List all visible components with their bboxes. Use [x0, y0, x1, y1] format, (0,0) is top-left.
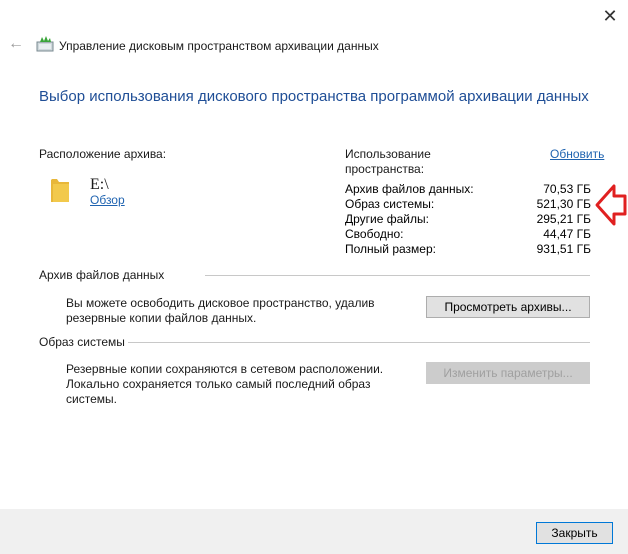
usage-row-label: Архив файлов данных: — [345, 182, 474, 196]
usage-row-label: Образ системы: — [345, 197, 435, 211]
close-window-icon[interactable]: ✕ — [596, 4, 624, 28]
usage-row-label: Свободно: — [345, 227, 404, 241]
dialog-footer — [0, 509, 628, 554]
section-divider — [128, 342, 590, 343]
usage-row-data-archive: Архив файлов данных: 70,53 ГБ — [345, 182, 591, 197]
usage-row-free: Свободно: 44,47 ГБ — [345, 227, 591, 242]
browse-link[interactable]: Обзор — [90, 193, 125, 207]
system-image-heading: Образ системы — [39, 335, 125, 349]
section-divider — [205, 275, 590, 276]
archive-location-label: Расположение архива: — [39, 147, 167, 161]
window-title: Управление дисковым пространством архива… — [59, 39, 379, 53]
description-line: резервные копии файлов данных. — [66, 311, 257, 325]
description-line: Вы можете освободить дисковое пространст… — [66, 296, 375, 310]
usage-title-line2: пространства: — [345, 162, 425, 176]
backup-app-icon — [36, 36, 54, 52]
usage-row-total: Полный размер: 931,51 ГБ — [345, 242, 591, 257]
description-line: Резервные копии сохраняются в сетевом ра… — [66, 362, 384, 376]
page-title: Выбор использования дискового пространст… — [39, 88, 589, 105]
usage-row-system-image: Образ системы: 521,30 ГБ — [345, 197, 591, 212]
usage-row-label: Другие файлы: — [345, 212, 429, 226]
close-button[interactable]: Закрыть — [536, 522, 613, 544]
folder-icon — [50, 176, 70, 203]
usage-row-value: 521,30 ГБ — [536, 197, 591, 211]
usage-row-value: 295,21 ГБ — [536, 212, 591, 226]
back-arrow-icon[interactable]: ← — [6, 34, 26, 54]
refresh-link[interactable]: Обновить — [550, 147, 604, 161]
system-image-description: Резервные копии сохраняются в сетевом ра… — [66, 362, 383, 407]
data-archive-description: Вы можете освободить дисковое пространст… — [66, 296, 375, 326]
usage-row-value: 70,53 ГБ — [543, 182, 591, 196]
usage-row-label: Полный размер: — [345, 242, 436, 256]
usage-row-value: 44,47 ГБ — [543, 227, 591, 241]
change-settings-button[interactable]: Изменить параметры... — [426, 362, 590, 384]
usage-row-value: 931,51 ГБ — [536, 242, 591, 256]
description-line: системы. — [66, 392, 117, 406]
description-line: Локально сохраняется только самый послед… — [66, 377, 371, 391]
usage-title-line1: Использование — [345, 147, 431, 161]
data-archive-heading: Архив файлов данных — [39, 268, 165, 282]
drive-path: E:\ — [90, 176, 109, 193]
view-archives-button[interactable]: Просмотреть архивы... — [426, 296, 590, 318]
annotation-arrow-icon — [594, 182, 628, 228]
usage-row-other-files: Другие файлы: 295,21 ГБ — [345, 212, 591, 227]
